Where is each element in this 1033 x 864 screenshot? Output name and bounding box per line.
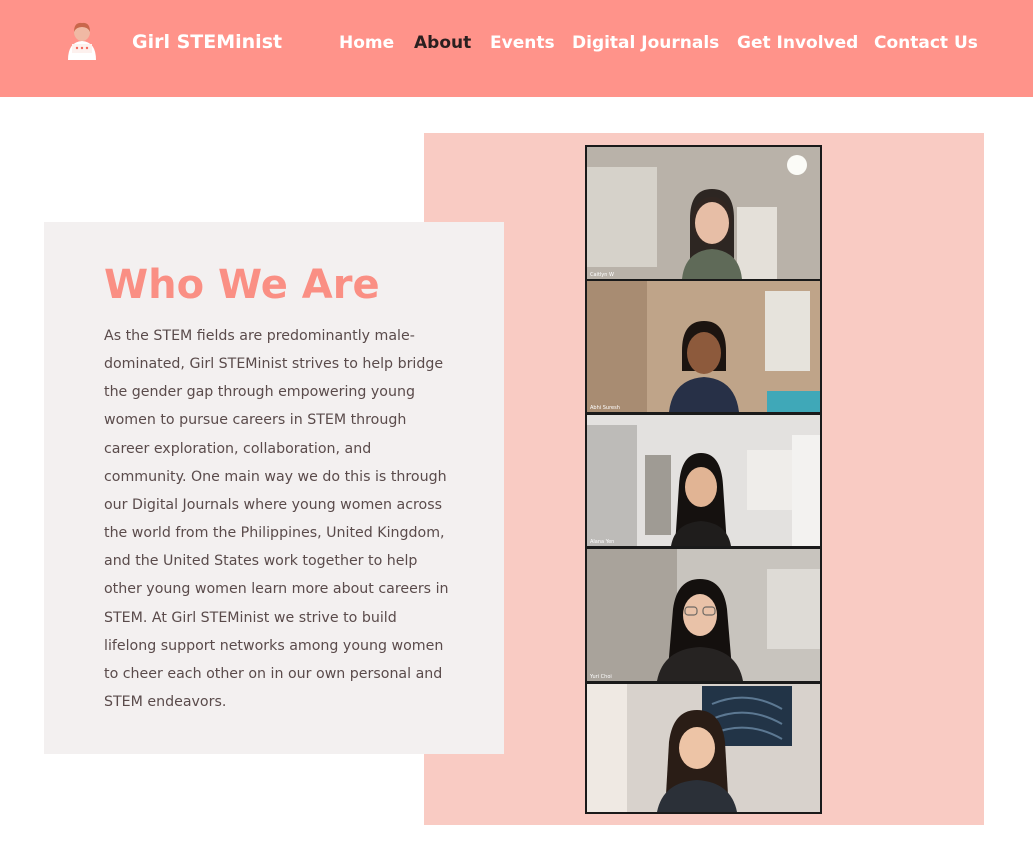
participant-tile: Abhi Suresh bbox=[587, 281, 820, 412]
brand-name[interactable]: Girl STEMinist bbox=[132, 31, 282, 53]
page-title: Who We Are bbox=[104, 262, 380, 308]
participant-tile bbox=[587, 684, 820, 812]
nav-about[interactable]: About bbox=[414, 33, 471, 53]
nav-contact-us[interactable]: Contact Us bbox=[874, 33, 978, 53]
zoom-call-photo: Caitlyn W Abhi Suresh Alana Yen Yuri Cho… bbox=[585, 145, 822, 814]
participant-name: Yuri Choi bbox=[590, 674, 612, 680]
participant-name: Caitlyn W bbox=[590, 272, 614, 278]
logo[interactable] bbox=[62, 20, 102, 64]
participant-name: Alana Yen bbox=[590, 539, 615, 545]
participant-name: Abhi Suresh bbox=[590, 405, 620, 411]
participant-tile: Alana Yen bbox=[587, 415, 820, 546]
participant-tile: Yuri Choi bbox=[587, 549, 820, 681]
nav-events[interactable]: Events bbox=[490, 33, 555, 53]
participant-tile: Caitlyn W bbox=[587, 147, 820, 279]
nav-home[interactable]: Home bbox=[339, 33, 394, 53]
nav-get-involved[interactable]: Get Involved bbox=[737, 33, 858, 53]
nav-digital-journals[interactable]: Digital Journals bbox=[572, 33, 719, 53]
about-description: As the STEM fields are predominantly mal… bbox=[104, 328, 449, 711]
site-header: Girl STEMinist Home About Events Digital… bbox=[0, 0, 1033, 97]
